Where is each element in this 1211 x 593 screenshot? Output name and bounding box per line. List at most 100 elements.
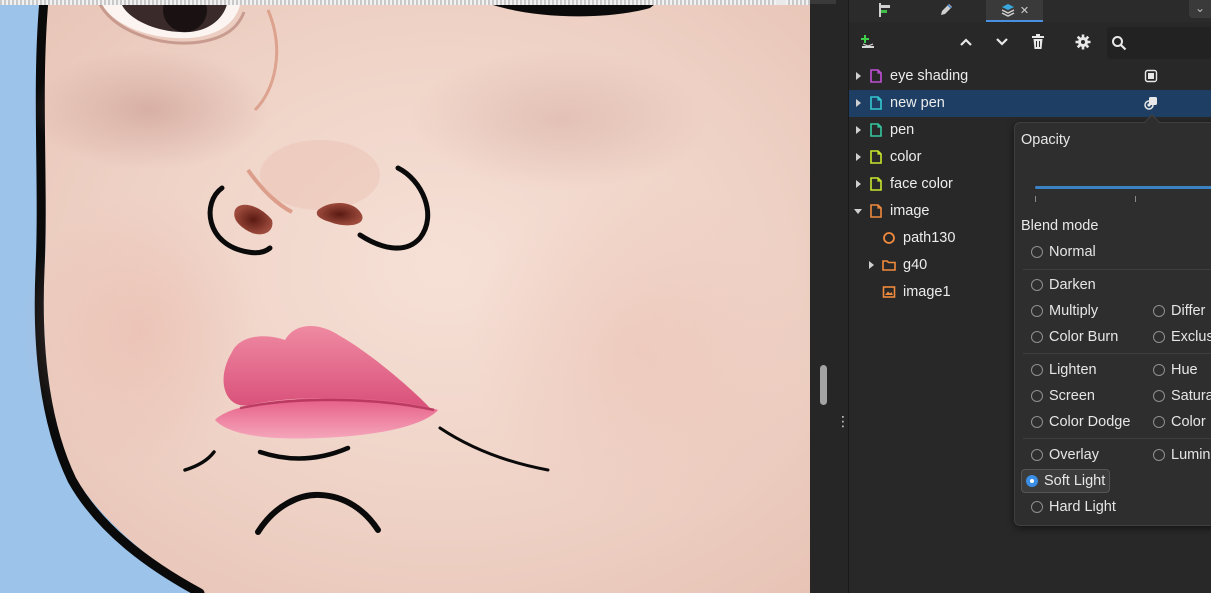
layer-settings-button[interactable] xyxy=(1072,31,1094,53)
radio-label: Exclus xyxy=(1171,329,1211,345)
blend-color-dodge-radio[interactable]: Color Dodge xyxy=(1031,411,1130,433)
layer-icon xyxy=(870,177,882,191)
layers-icon xyxy=(1001,4,1015,17)
blend-saturation-radio[interactable]: Satura xyxy=(1153,385,1211,407)
search-icon xyxy=(1112,36,1127,51)
blend-multiply-radio[interactable]: Multiply xyxy=(1031,300,1098,322)
gutter-top xyxy=(810,0,836,4)
separator xyxy=(1023,438,1211,439)
layer-name: new pen xyxy=(890,95,945,111)
layer-name: face color xyxy=(890,176,953,192)
radio-dot xyxy=(1153,416,1165,428)
layer-search-box[interactable] xyxy=(1107,27,1211,59)
radio-label: Lumin xyxy=(1171,447,1211,463)
panel-resize-grip-icon[interactable]: ⋮ xyxy=(836,413,850,429)
separator xyxy=(1023,353,1211,354)
expand-right-icon[interactable] xyxy=(853,152,863,162)
layer-name: image1 xyxy=(903,284,951,300)
radio-label: Normal xyxy=(1049,244,1096,260)
tab-pen[interactable] xyxy=(931,0,961,20)
blend-overlay-radio[interactable]: Overlay xyxy=(1031,444,1099,466)
radio-label: Color xyxy=(1171,414,1206,430)
radio-dot xyxy=(1153,390,1165,402)
align-icon xyxy=(879,3,890,17)
tab-align[interactable] xyxy=(869,0,899,20)
image-icon xyxy=(882,286,896,298)
close-tab-icon[interactable]: ✕ xyxy=(1020,4,1029,17)
layer-name: g40 xyxy=(903,257,928,273)
layer-name: eye shading xyxy=(890,68,969,84)
radio-dot xyxy=(1153,331,1165,343)
radio-dot xyxy=(1031,364,1043,376)
tab-layers[interactable]: ✕ xyxy=(986,0,1043,22)
layer-icon xyxy=(870,123,882,137)
delete-icon xyxy=(1032,34,1044,49)
layer-row[interactable]: new pen xyxy=(849,90,1211,117)
layer-icon xyxy=(870,69,882,83)
drawing-canvas[interactable] xyxy=(0,0,810,593)
blend-soft-light-radio[interactable]: Soft Light xyxy=(1021,469,1111,493)
settings-icon xyxy=(1075,34,1091,50)
blend-color-radio[interactable]: Color xyxy=(1153,411,1206,433)
expand-right-icon[interactable] xyxy=(853,125,863,135)
add-layer-icon xyxy=(861,35,874,48)
raise-layer-button[interactable] xyxy=(955,31,977,53)
radio-label: Lighten xyxy=(1049,362,1097,378)
blend-difference-radio[interactable]: Differ xyxy=(1153,300,1205,322)
blend-color-burn-radio[interactable]: Color Burn xyxy=(1031,326,1118,348)
blend-icon[interactable] xyxy=(1144,96,1158,110)
tab-menu-chevron-icon[interactable]: ⌄ xyxy=(1189,0,1211,18)
layer-icon xyxy=(870,204,882,218)
slider-tick xyxy=(1135,196,1136,202)
separator xyxy=(1023,269,1211,270)
radio-label: Color Dodge xyxy=(1049,414,1131,430)
radio-label: Differ xyxy=(1171,303,1206,319)
radio-dot xyxy=(1153,305,1165,317)
expand-down-icon[interactable] xyxy=(853,206,863,216)
radio-dot xyxy=(1031,390,1043,402)
vertical-scrollbar[interactable] xyxy=(820,365,827,405)
radio-dot xyxy=(1031,501,1043,513)
lower-layer-button[interactable] xyxy=(991,31,1013,53)
opacity-slider[interactable] xyxy=(1035,186,1211,189)
radio-dot xyxy=(1153,364,1165,376)
layer-icon xyxy=(870,150,882,164)
blend-lighten-radio[interactable]: Lighten xyxy=(1031,359,1097,381)
radio-dot xyxy=(1031,416,1043,428)
radio-label: Multiply xyxy=(1049,303,1099,319)
canvas-gutter xyxy=(810,0,849,593)
blend-normal-radio[interactable]: Normal xyxy=(1031,241,1096,263)
layer-name: image xyxy=(890,203,930,219)
delete-layer-button[interactable] xyxy=(1027,31,1049,53)
blend-darken-radio[interactable]: Darken xyxy=(1031,274,1096,296)
mask-icon[interactable] xyxy=(1144,69,1158,83)
radio-label: Hue xyxy=(1171,362,1198,378)
radio-dot xyxy=(1026,475,1038,487)
opacity-label: Opacity xyxy=(1021,132,1071,148)
blend-luminosity-radio[interactable]: Lumin xyxy=(1153,444,1211,466)
blend-screen-radio[interactable]: Screen xyxy=(1031,385,1095,407)
blend-hue-radio[interactable]: Hue xyxy=(1153,359,1198,381)
blend-popover: Opacity Blend mode Normal Darken Multipl… xyxy=(1014,122,1211,526)
radio-dot xyxy=(1031,305,1043,317)
ruler-marker xyxy=(776,0,786,5)
blend-hard-light-radio[interactable]: Hard Light xyxy=(1031,496,1116,518)
blend-exclusion-radio[interactable]: Exclus xyxy=(1153,326,1211,348)
expand-right-icon[interactable] xyxy=(866,260,876,270)
slider-tick xyxy=(1035,196,1036,202)
radio-label: Soft Light xyxy=(1044,473,1106,489)
group-folder-icon xyxy=(882,260,896,271)
radio-dot xyxy=(1031,246,1043,258)
layer-row[interactable]: eye shading xyxy=(849,63,1211,90)
expand-right-icon[interactable] xyxy=(853,179,863,189)
add-layer-button[interactable] xyxy=(857,31,879,53)
expand-right-icon[interactable] xyxy=(853,98,863,108)
expand-right-icon[interactable] xyxy=(853,71,863,81)
layer-name: pen xyxy=(890,122,915,138)
radio-dot xyxy=(1031,449,1043,461)
layer-icon xyxy=(870,96,882,110)
raise-icon xyxy=(960,38,972,46)
radio-label: Satura xyxy=(1171,388,1211,404)
panel-tab-bar: ✕ ⌄ xyxy=(849,0,1211,22)
radio-label: Overlay xyxy=(1049,447,1099,463)
